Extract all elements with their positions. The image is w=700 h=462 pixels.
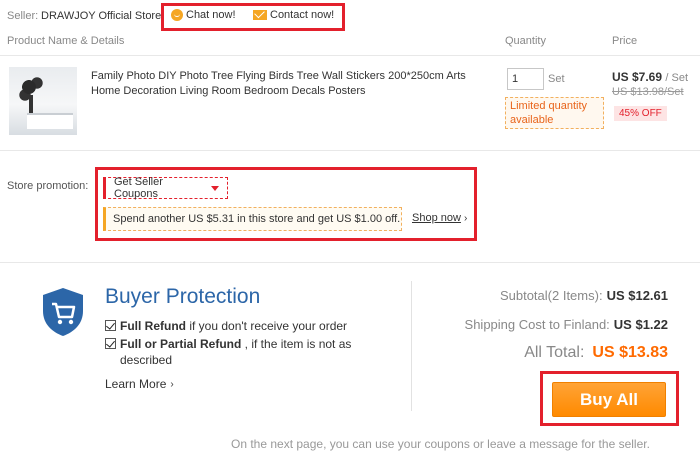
all-total-value: US $13.83 bbox=[592, 344, 668, 361]
contact-now-label: Contact now! bbox=[270, 9, 335, 21]
buyer-protection-title: Buyer Protection bbox=[105, 285, 261, 308]
shop-now-link[interactable]: Shop now › bbox=[412, 212, 467, 224]
store-promotion-label: Store promotion: bbox=[7, 180, 89, 192]
shipping-row: Shipping Cost to Finland: US $1.22 bbox=[465, 317, 668, 332]
partial-refund-line: Full or Partial Refund , if the item is … bbox=[105, 336, 375, 368]
chevron-right-icon: › bbox=[170, 378, 174, 390]
full-refund-text: if you don't receive your order bbox=[186, 319, 348, 333]
chat-now-label: Chat now! bbox=[186, 9, 236, 21]
checkbox-icon bbox=[105, 320, 116, 331]
tree-graphic bbox=[13, 71, 53, 111]
chevron-right-icon: › bbox=[463, 212, 468, 224]
caret-down-icon bbox=[211, 185, 219, 191]
all-total-label: All Total: bbox=[524, 344, 585, 361]
partial-refund-text: , if the item is not as bbox=[241, 337, 352, 351]
shipping-value: US $1.22 bbox=[613, 317, 668, 332]
unit-price: US $7.69 / Set bbox=[612, 70, 688, 84]
buy-all-button[interactable]: Buy All bbox=[552, 382, 666, 417]
seller-label: Seller: bbox=[7, 10, 39, 22]
all-total-row: All Total: US $13.83 bbox=[524, 344, 668, 362]
checkbox-icon bbox=[105, 338, 116, 349]
checkout-footnote: On the next page, you can use your coupo… bbox=[231, 437, 650, 451]
bed-graphic bbox=[27, 113, 73, 129]
partial-refund-bold: Full or Partial Refund bbox=[120, 337, 242, 351]
coupon-label: Get Seller Coupons bbox=[114, 176, 163, 200]
chat-icon bbox=[171, 9, 183, 21]
discount-badge: 45% OFF bbox=[614, 106, 667, 121]
original-price: US $13.98/Set bbox=[612, 86, 684, 98]
header-quantity: Quantity bbox=[505, 35, 546, 47]
divider bbox=[0, 150, 700, 151]
shipping-label: Shipping Cost to Finland: bbox=[464, 317, 610, 332]
shop-now-label: Shop now bbox=[412, 212, 461, 224]
seller-name[interactable]: DRAWJOY Official Store bbox=[41, 10, 161, 22]
quantity-unit: Set bbox=[548, 73, 565, 85]
product-thumbnail[interactable] bbox=[9, 67, 77, 135]
subtotal-value: US $12.61 bbox=[606, 288, 668, 303]
header-price: Price bbox=[612, 35, 638, 47]
subtotal-label: Subtotal(2 Items): bbox=[499, 288, 603, 303]
vertical-divider bbox=[411, 281, 412, 411]
price-unit: / Set bbox=[665, 72, 689, 84]
full-refund-line: Full Refund if you don't receive your or… bbox=[105, 318, 347, 334]
full-refund-bold: Full Refund bbox=[120, 319, 186, 333]
limited-quantity-note: Limited quantity available bbox=[505, 97, 604, 129]
header-product: Product Name & Details bbox=[7, 35, 125, 47]
shield-cart-icon bbox=[43, 288, 83, 336]
mail-icon bbox=[253, 10, 267, 20]
learn-more-link[interactable]: Learn More › bbox=[105, 377, 174, 391]
price-value: US $7.69 bbox=[612, 70, 663, 84]
spend-more-notice: Spend another US $5.31 in this store and… bbox=[103, 207, 402, 231]
divider bbox=[0, 262, 700, 263]
chat-now-button[interactable]: Chat now! bbox=[171, 9, 236, 21]
learn-more-label: Learn More bbox=[105, 377, 167, 391]
quantity-input[interactable] bbox=[507, 68, 544, 90]
divider bbox=[0, 55, 700, 56]
product-title[interactable]: Family Photo DIY Photo Tree Flying Birds… bbox=[91, 69, 491, 99]
subtotal-row: Subtotal(2 Items): US $12.61 bbox=[500, 288, 668, 303]
contact-now-button[interactable]: Contact now! bbox=[253, 9, 334, 21]
partial-refund-continued: described bbox=[120, 353, 173, 367]
get-seller-coupons-button[interactable]: Get Seller Coupons bbox=[103, 176, 228, 200]
